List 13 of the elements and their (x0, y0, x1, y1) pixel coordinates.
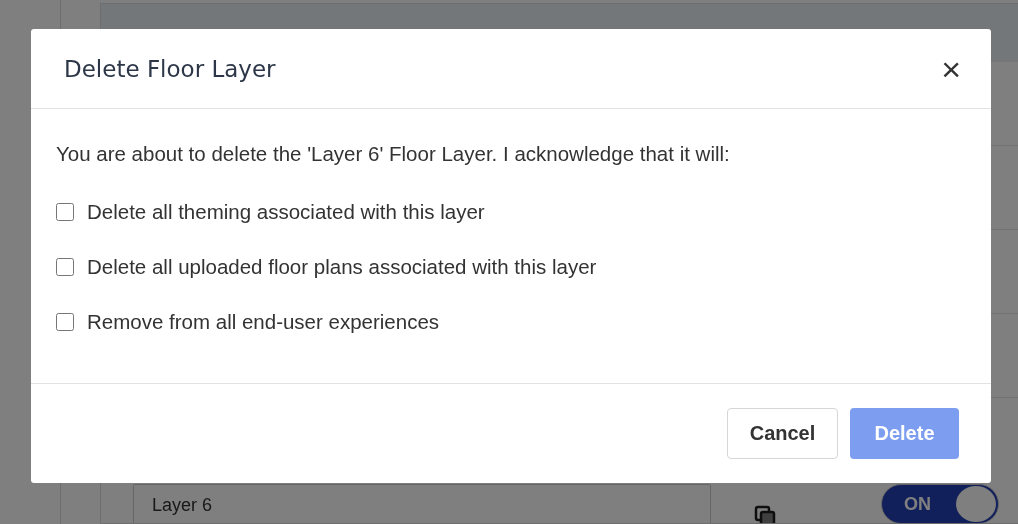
checkbox-label: Delete all theming associated with this layer (87, 199, 485, 224)
dialog-title: Delete Floor Layer (64, 55, 276, 82)
checkbox[interactable] (56, 312, 74, 331)
close-button[interactable]: × (937, 51, 965, 86)
checkbox-label: Remove from all end-user experiences (87, 309, 440, 334)
copy-icon[interactable] (753, 504, 777, 523)
cancel-button[interactable]: Cancel (727, 408, 838, 459)
checkbox[interactable] (56, 257, 74, 276)
toggle-switch[interactable]: ON (881, 484, 999, 523)
checkbox-label: Delete all uploaded floor plans associated with this layer (87, 254, 597, 279)
name-field[interactable]: Layer 6 (133, 484, 711, 523)
checkbox[interactable] (56, 202, 74, 221)
dialog-message: You are about to delete the 'Layer 6' Floor Layer. I acknowledge that it will: (56, 142, 731, 166)
